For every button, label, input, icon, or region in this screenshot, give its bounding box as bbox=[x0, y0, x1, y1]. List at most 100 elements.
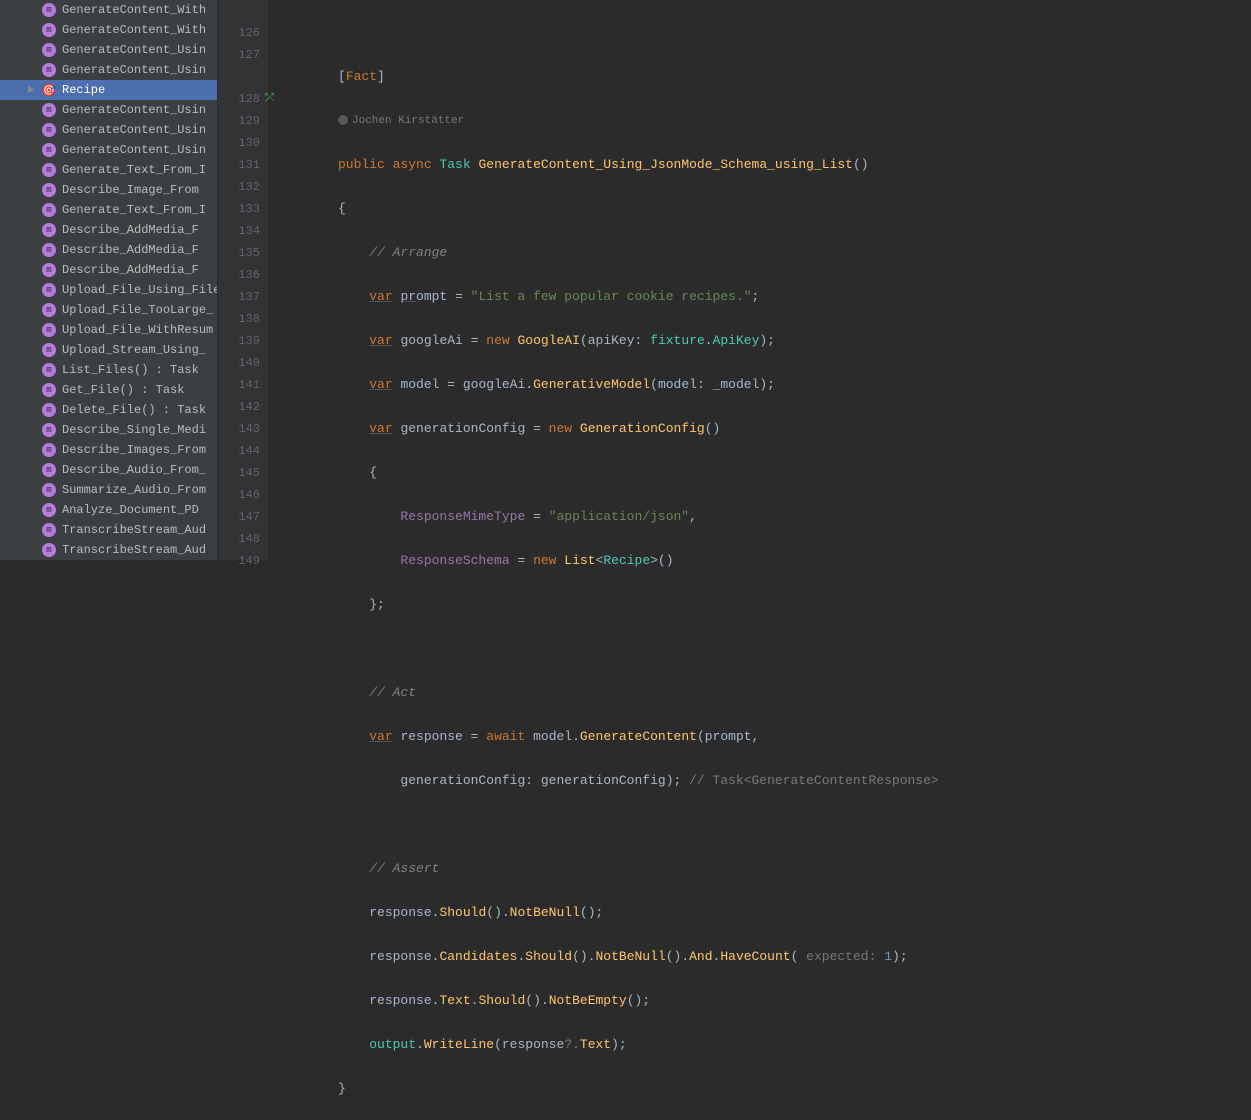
line-number[interactable]: 143 bbox=[218, 418, 260, 440]
line-number[interactable]: 128⤱ bbox=[218, 88, 260, 110]
method-icon: m bbox=[42, 143, 56, 157]
line-number[interactable]: 149 bbox=[218, 550, 260, 572]
line-number[interactable]: 135 bbox=[218, 242, 260, 264]
string-mime: "application/json" bbox=[549, 509, 689, 524]
sidebar-item-generatecontent-with[interactable]: mGenerateContent_With bbox=[0, 0, 217, 20]
sidebar-item-recipe[interactable]: ▶ 🎯 Recipe bbox=[0, 80, 217, 100]
tree-label: Describe_Audio_From_ bbox=[62, 463, 206, 477]
sidebar-item-get-file-task[interactable]: m Get_File() : Task bbox=[0, 380, 217, 400]
line-number[interactable]: 146 bbox=[218, 484, 260, 506]
prop-and: And bbox=[689, 949, 712, 964]
sidebar-item-upload-file-toolarge-[interactable]: mUpload_File_TooLarge_ bbox=[0, 300, 217, 320]
sidebar-item-upload-file-using-file[interactable]: mUpload_File_Using_File bbox=[0, 280, 217, 300]
sidebar-item-generate-text-from-i[interactable]: mGenerate_Text_From_I bbox=[0, 160, 217, 180]
kw-var: var bbox=[369, 421, 392, 436]
sidebar-item-generatecontent-usin[interactable]: mGenerateContent_Usin bbox=[0, 120, 217, 140]
id-output: output bbox=[369, 1037, 416, 1052]
method-icon: m bbox=[42, 43, 56, 57]
method-icon: m bbox=[42, 343, 56, 357]
tree-label: Describe_AddMedia_F bbox=[62, 243, 199, 257]
tree-label: Analyze_Document_PD bbox=[62, 503, 199, 517]
tree-label: Generate_Text_From_I bbox=[62, 203, 206, 217]
method-icon: m bbox=[42, 103, 56, 117]
method-icon: m bbox=[42, 523, 56, 537]
brace-open: { bbox=[338, 201, 346, 216]
id-prompt: pr bbox=[400, 289, 416, 304]
method-icon: m bbox=[42, 383, 56, 397]
line-number[interactable]: 144 bbox=[218, 440, 260, 462]
tree-label: Recipe bbox=[62, 83, 105, 97]
line-number[interactable]: 145 bbox=[218, 462, 260, 484]
null-cond-icon: ?. bbox=[564, 1037, 580, 1052]
line-number[interactable]: 147 bbox=[218, 506, 260, 528]
chevron-right-icon[interactable]: ▶ bbox=[28, 85, 36, 95]
sidebar-item-summarize-audio-from[interactable]: m Summarize_Audio_From bbox=[0, 480, 217, 500]
line-number[interactable]: 136 bbox=[218, 264, 260, 286]
line-number[interactable]: 141 bbox=[218, 374, 260, 396]
method-icon: m bbox=[42, 283, 56, 297]
sidebar-item-describe-image-from[interactable]: mDescribe_Image_From bbox=[0, 180, 217, 200]
sidebar-item-generate-text-from-i[interactable]: mGenerate_Text_From_I bbox=[0, 200, 217, 220]
tree-label: Get_File() : Task bbox=[62, 383, 184, 397]
sidebar-item-generatecontent-usin[interactable]: mGenerateContent_Usin bbox=[0, 100, 217, 120]
sidebar-item-describe-audio-from-[interactable]: m Describe_Audio_From_ bbox=[0, 460, 217, 480]
method-icon: m bbox=[42, 123, 56, 137]
sidebar-item-describe-addmedia-f[interactable]: m Describe_AddMedia_F bbox=[0, 240, 217, 260]
line-number[interactable]: 139 bbox=[218, 330, 260, 352]
sidebar-item-upload-file-withresum[interactable]: mUpload_File_WithResum bbox=[0, 320, 217, 340]
id-modelval: _model bbox=[713, 377, 760, 392]
line-number[interactable]: 148 bbox=[218, 528, 260, 550]
kw-public: public bbox=[338, 157, 385, 172]
prop-schema: ResponseSchema bbox=[400, 553, 509, 568]
line-number[interactable]: 142 bbox=[218, 396, 260, 418]
method-icon: m bbox=[42, 483, 56, 497]
kw-var: var bbox=[369, 289, 392, 304]
sidebar-item-delete-file-task[interactable]: mDelete_File() : Task bbox=[0, 400, 217, 420]
run-test-icon[interactable]: ⤱ bbox=[265, 88, 274, 110]
method-icon: m bbox=[42, 63, 56, 77]
line-number[interactable] bbox=[218, 66, 260, 88]
sidebar-item-describe-single-medi[interactable]: mDescribe_Single_Medi bbox=[0, 420, 217, 440]
tree-label: GenerateContent_With bbox=[62, 23, 206, 37]
sidebar-item-describe-images-from[interactable]: mDescribe_Images_From bbox=[0, 440, 217, 460]
tree-label: GenerateContent_Usin bbox=[62, 143, 206, 157]
line-number[interactable]: 138 bbox=[218, 308, 260, 330]
method-name: GenerateContent_Using_JsonMode_Schema_us… bbox=[478, 157, 852, 172]
method-icon: m bbox=[42, 3, 56, 17]
sidebar-item-list-files-task[interactable]: mList_Files() : Task bbox=[0, 360, 217, 380]
line-number[interactable]: 126 bbox=[218, 22, 260, 44]
code-editor[interactable]: [Fact] Jochen Kirstätter public async Ta… bbox=[288, 0, 1251, 560]
kw-new: new bbox=[486, 333, 509, 348]
line-number[interactable]: 131 bbox=[218, 154, 260, 176]
method-icon: m bbox=[42, 243, 56, 257]
param-apikey: apiKey: bbox=[588, 333, 643, 348]
sidebar-item-generatecontent-usin[interactable]: mGenerateContent_Usin bbox=[0, 60, 217, 80]
method-icon: m bbox=[42, 323, 56, 337]
sidebar-item-describe-addmedia-f[interactable]: mDescribe_AddMedia_F bbox=[0, 220, 217, 240]
recipe-icon: 🎯 bbox=[42, 83, 56, 97]
tree-label: Summarize_Audio_From bbox=[62, 483, 206, 497]
line-number[interactable]: 132 bbox=[218, 176, 260, 198]
line-number[interactable]: 129 bbox=[218, 110, 260, 132]
line-number[interactable] bbox=[218, 0, 260, 22]
sidebar-item-generatecontent-usin[interactable]: mGenerateContent_Usin bbox=[0, 40, 217, 60]
line-number[interactable]: 137 bbox=[218, 286, 260, 308]
method-icon: m bbox=[42, 463, 56, 477]
tree-label: List_Files() : Task bbox=[62, 363, 199, 377]
sidebar-item-transcribestream-aud[interactable]: mTranscribeStream_Aud bbox=[0, 540, 217, 560]
type-generationconfig: GenerationConfig bbox=[580, 421, 705, 436]
sidebar-item-generatecontent-usin[interactable]: m GenerateContent_Usin bbox=[0, 140, 217, 160]
line-number[interactable]: 140 bbox=[218, 352, 260, 374]
sidebar-item-describe-addmedia-f[interactable]: mDescribe_AddMedia_F bbox=[0, 260, 217, 280]
sidebar-item-analyze-document-pd[interactable]: mAnalyze_Document_PD bbox=[0, 500, 217, 520]
line-number[interactable]: 130 bbox=[218, 132, 260, 154]
tree-label: TranscribeStream_Aud bbox=[62, 523, 206, 537]
method-icon: m bbox=[42, 403, 56, 417]
sidebar-item-generatecontent-with[interactable]: mGenerateContent_With bbox=[0, 20, 217, 40]
line-number[interactable]: 133 bbox=[218, 198, 260, 220]
line-number[interactable]: 127 bbox=[218, 44, 260, 66]
kw-async: async bbox=[393, 157, 432, 172]
sidebar-item-transcribestream-aud[interactable]: m TranscribeStream_Aud bbox=[0, 520, 217, 540]
line-number[interactable]: 134 bbox=[218, 220, 260, 242]
sidebar-item-upload-stream-using-[interactable]: mUpload_Stream_Using_ bbox=[0, 340, 217, 360]
